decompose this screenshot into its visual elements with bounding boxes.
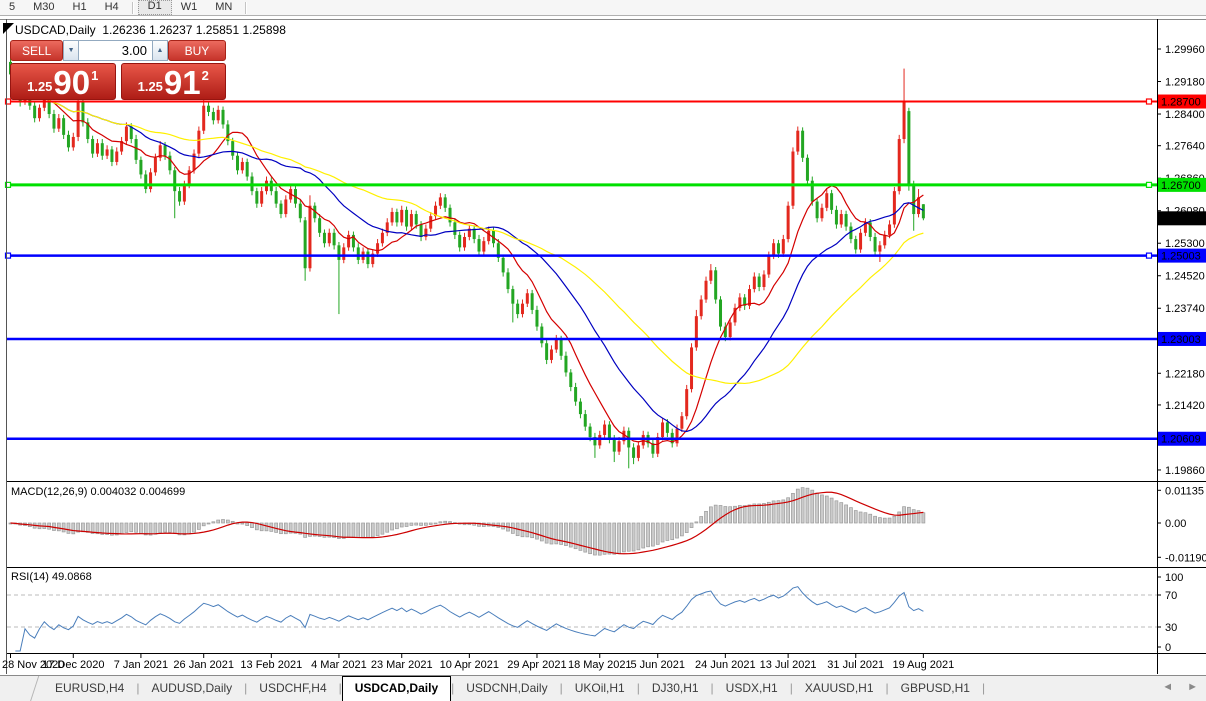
svg-text:17 Dec 2020: 17 Dec 2020 xyxy=(42,659,104,671)
toolbar-separator xyxy=(245,2,247,14)
chart-tab-usdchfh4[interactable]: USDCHF,H4 xyxy=(247,676,338,701)
chart-tab-xauusdh1[interactable]: XAUUSD,H1 xyxy=(793,676,886,701)
tab-scroll-right-icon[interactable]: ► xyxy=(1187,681,1198,693)
chart-tab-usdcnhdaily[interactable]: USDCNH,Daily xyxy=(454,676,559,701)
svg-text:19 Aug 2021: 19 Aug 2021 xyxy=(892,659,954,671)
chart-tab-eurusdh4[interactable]: EURUSD,H4 xyxy=(43,676,136,701)
buy-price-big: 91 xyxy=(164,66,201,99)
timeframe-button-H1[interactable]: H1 xyxy=(64,1,96,14)
svg-text:18 May 2021: 18 May 2021 xyxy=(568,659,632,671)
volume-increase-button[interactable]: ▲ xyxy=(152,40,168,61)
svg-text:0: 0 xyxy=(1165,642,1171,654)
svg-text:13 Feb 2021: 13 Feb 2021 xyxy=(240,659,302,671)
indicator-axes: 0.01135 0.00 -0.01190 100 70 30 0 xyxy=(1157,485,1206,654)
svg-text:1.24520: 1.24520 xyxy=(1165,271,1205,283)
svg-text:1.25898: 1.25898 xyxy=(1161,213,1201,225)
timeframe-button-W1[interactable]: W1 xyxy=(172,1,207,14)
svg-text:0.01135: 0.01135 xyxy=(1165,485,1204,497)
svg-text:1.22180: 1.22180 xyxy=(1165,368,1205,380)
svg-text:1.29180: 1.29180 xyxy=(1165,77,1205,89)
svg-text:10 Apr 2021: 10 Apr 2021 xyxy=(440,659,499,671)
svg-text:4 Mar 2021: 4 Mar 2021 xyxy=(311,659,367,671)
svg-text:7 Jan 2021: 7 Jan 2021 xyxy=(114,659,168,671)
svg-text:1.19860: 1.19860 xyxy=(1165,465,1205,477)
sell-price-prefix: 1.25 xyxy=(27,79,52,94)
timeframe-button-MN[interactable]: MN xyxy=(206,1,241,14)
timeframe-toolbar: 5M30H1H4 D1W1MN xyxy=(0,0,1206,16)
timeframe-button-H4[interactable]: H4 xyxy=(96,1,128,14)
chart-tab-usdxh1[interactable]: USDX,H1 xyxy=(714,676,790,701)
svg-text:0.00: 0.00 xyxy=(1165,518,1186,530)
svg-text:1.21420: 1.21420 xyxy=(1165,400,1205,412)
svg-text:31 Jul 2021: 31 Jul 2021 xyxy=(827,659,884,671)
buy-price-prefix: 1.25 xyxy=(138,79,163,94)
date-axis[interactable]: 28 Nov 202017 Dec 20207 Jan 202126 Jan 2… xyxy=(2,654,954,671)
svg-text:5 Jun 2021: 5 Jun 2021 xyxy=(631,659,685,671)
svg-text:1.26700: 1.26700 xyxy=(1161,180,1201,192)
sell-price-display[interactable]: 1.25 90 1 xyxy=(10,63,116,100)
svg-text:1.28700: 1.28700 xyxy=(1161,97,1201,109)
timeframe-button-D1[interactable]: D1 xyxy=(138,0,172,15)
svg-text:23 Mar 2021: 23 Mar 2021 xyxy=(371,659,433,671)
moving-averages-layer xyxy=(11,74,924,444)
cursor-arrow-icon xyxy=(3,23,14,34)
symbol-name: USDCAD,Daily xyxy=(15,23,96,37)
one-click-trading-panel: SELL ▼ ▲ BUY 1.25 90 1 1.25 91 2 xyxy=(10,40,226,100)
rsi-indicator-label: RSI(14) 49.0868 xyxy=(11,571,92,583)
chart-canvas[interactable]: 1.299601.291801.284001.276401.268601.260… xyxy=(0,0,1206,701)
chart-tab-audusddaily[interactable]: AUDUSD,Daily xyxy=(139,676,244,701)
svg-text:1.25300: 1.25300 xyxy=(1165,238,1205,250)
hline-objects-layer xyxy=(6,99,1158,439)
tab-edge xyxy=(0,676,39,701)
svg-text:1.20609: 1.20609 xyxy=(1161,434,1201,446)
svg-text:1.29960: 1.29960 xyxy=(1165,44,1205,56)
svg-text:70: 70 xyxy=(1165,590,1177,602)
svg-text:29 Apr 2021: 29 Apr 2021 xyxy=(507,659,566,671)
volume-decrease-button[interactable]: ▼ xyxy=(63,40,79,61)
tab-separator: | xyxy=(982,676,985,701)
svg-text:26 Jan 2021: 26 Jan 2021 xyxy=(173,659,234,671)
svg-text:100: 100 xyxy=(1165,572,1183,584)
svg-text:1.23740: 1.23740 xyxy=(1165,303,1205,315)
chart-tab-dj30h1[interactable]: DJ30,H1 xyxy=(640,676,711,701)
svg-text:1.25003: 1.25003 xyxy=(1161,251,1201,263)
svg-text:1.23003: 1.23003 xyxy=(1161,334,1201,346)
timeframe-button-M30[interactable]: M30 xyxy=(24,1,63,14)
price-axis[interactable]: 1.299601.291801.284001.276401.268601.260… xyxy=(1157,44,1206,477)
toolbar-separator xyxy=(132,2,134,14)
svg-text:1.28400: 1.28400 xyxy=(1165,109,1205,121)
buy-button[interactable]: BUY xyxy=(168,40,226,61)
buy-price-display[interactable]: 1.25 91 2 xyxy=(121,63,227,100)
panel-borders xyxy=(0,19,1206,674)
tab-scroll-arrows: ◄ ► xyxy=(1162,681,1198,693)
chart-tab-bar: EURUSD,H4|AUDUSD,Daily|USDCHF,H4|USDCAD,… xyxy=(0,675,1206,701)
chart-tab-ukoilh1[interactable]: UKOil,H1 xyxy=(563,676,637,701)
rsi-layer xyxy=(7,587,1157,651)
timeframe-button-5[interactable]: 5 xyxy=(0,1,24,14)
svg-text:1.27640: 1.27640 xyxy=(1165,141,1205,153)
tab-scroll-left-icon[interactable]: ◄ xyxy=(1162,681,1173,693)
svg-text:30: 30 xyxy=(1165,622,1177,634)
svg-text:13 Jul 2021: 13 Jul 2021 xyxy=(760,659,817,671)
svg-text:24 Jun 2021: 24 Jun 2021 xyxy=(695,659,756,671)
macd-indicator-label: MACD(12,26,9) 0.004032 0.004699 xyxy=(11,486,185,498)
volume-input[interactable] xyxy=(79,40,152,61)
ohlc-values: 1.26236 1.26237 1.25851 1.25898 xyxy=(102,23,286,37)
chart-tab-usdcaddaily[interactable]: USDCAD,Daily xyxy=(342,676,451,701)
chart-title: USDCAD,Daily 1.26236 1.26237 1.25851 1.2… xyxy=(15,23,286,37)
sell-price-big: 90 xyxy=(53,66,90,99)
svg-text:-0.01190: -0.01190 xyxy=(1165,552,1206,564)
chart-tab-gbpusdh1[interactable]: GBPUSD,H1 xyxy=(889,676,982,701)
sell-price-pip: 1 xyxy=(91,68,98,83)
buy-price-pip: 2 xyxy=(202,68,209,83)
sell-button[interactable]: SELL xyxy=(10,40,63,61)
